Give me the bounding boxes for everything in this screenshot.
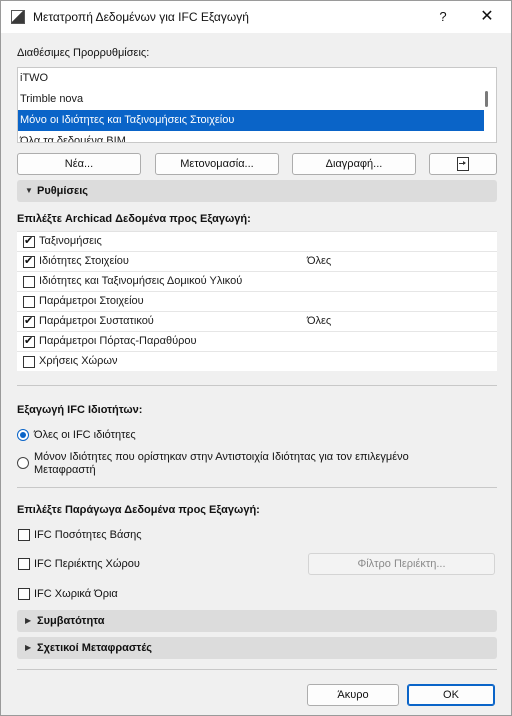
- preset-item-all-bim-data[interactable]: Όλα τα δεδομένα BIM: [18, 131, 484, 142]
- data-row-label: Παράμετροι Στοιχείου: [39, 295, 144, 307]
- settings-section-header[interactable]: ▼ Ρυθμίσεις: [17, 180, 497, 202]
- data-row-value[interactable]: Όλες: [307, 255, 331, 267]
- title-bar[interactable]: Μετατροπή Δεδομένων για IFC Εξαγωγή ? ✕: [1, 1, 511, 33]
- compatibility-section-title: Συμβατότητα: [37, 615, 105, 627]
- checkbox-zone-uses[interactable]: [23, 356, 35, 368]
- export-icon: [457, 157, 469, 171]
- preset-item-trimble-nova[interactable]: Trimble nova: [18, 89, 484, 110]
- expand-triangle-icon: ▶: [25, 616, 32, 625]
- data-row-label: Χρήσεις Χώρων: [39, 355, 118, 367]
- ifc-properties-label: Εξαγωγή IFC Ιδιοτήτων:: [17, 404, 143, 416]
- checkbox-classifications[interactable]: [23, 234, 35, 248]
- checkbox-component-parameters[interactable]: [23, 314, 35, 328]
- checkbox-element-properties[interactable]: [23, 254, 35, 268]
- data-row-label: Ιδιότητες και Ταξινομήσεις Δομικού Υλικο…: [39, 275, 243, 287]
- data-row-classifications[interactable]: Ταξινομήσεις: [17, 232, 497, 252]
- data-row-label: Ταξινομήσεις: [39, 235, 102, 247]
- expand-triangle-icon: ▶: [25, 643, 32, 652]
- help-button[interactable]: ?: [431, 7, 455, 27]
- close-button[interactable]: ✕: [473, 7, 501, 27]
- delete-preset-button[interactable]: Διαγραφή...: [292, 153, 416, 175]
- data-row-door-window-parameters[interactable]: Παράμετροι Πόρτας-Παραθύρου: [17, 332, 497, 352]
- separator: [17, 669, 497, 670]
- compatibility-section-header[interactable]: ▶ Συμβατότητα: [17, 610, 497, 632]
- preset-item-element-properties-classifications[interactable]: Μόνο οι Ιδιότητες και Ταξινομήσεις Στοιχ…: [18, 110, 484, 131]
- checkbox-element-parameters[interactable]: [23, 296, 35, 308]
- checkbox-ifc-space-containment[interactable]: [18, 558, 30, 570]
- data-row-value[interactable]: Όλες: [307, 315, 331, 327]
- ifc-space-containment-label: IFC Περιέκτης Χώρου: [34, 558, 140, 570]
- cancel-button[interactable]: Άκυρο: [307, 684, 399, 706]
- collapse-triangle-icon: ▼: [25, 186, 33, 195]
- data-row-label: Παράμετροι Συστατικού: [39, 315, 154, 327]
- presets-list[interactable]: iTWO Trimble nova Μόνο οι Ιδιότητες και …: [17, 67, 497, 143]
- rename-preset-button[interactable]: Μετονομασία...: [155, 153, 279, 175]
- data-row-element-parameters[interactable]: Παράμετροι Στοιχείου: [17, 292, 497, 312]
- checkbox-ifc-base-quantities[interactable]: [18, 529, 30, 541]
- presets-label: Διαθέσιμες Προρρυθμίσεις:: [17, 47, 150, 59]
- checkbox-door-window-parameters[interactable]: [23, 334, 35, 348]
- archicad-data-checklist[interactable]: Ταξινομήσεις Ιδιότητες Στοιχείου Όλες Ιδ…: [17, 231, 497, 371]
- checkbox-building-material[interactable]: [23, 276, 35, 288]
- data-row-zone-uses[interactable]: Χρήσεις Χώρων: [17, 352, 497, 371]
- radio-all-ifc-properties-label: Όλες οι IFC ιδιότητες: [34, 429, 136, 441]
- ifc-space-boundaries-label: IFC Χωρικά Όρια: [34, 588, 118, 600]
- new-preset-button[interactable]: Νέα...: [17, 153, 141, 175]
- data-row-label: Ιδιότητες Στοιχείου: [39, 255, 129, 267]
- radio-all-ifc-properties[interactable]: [17, 429, 29, 441]
- separator: [17, 385, 497, 386]
- preset-item-itwo[interactable]: iTWO: [18, 68, 484, 89]
- app-icon: [11, 10, 25, 24]
- archicad-data-label: Επιλέξτε Archicad Δεδομένα προς Εξαγωγή:: [17, 213, 251, 225]
- presets-scrollbar-thumb[interactable]: [485, 91, 488, 107]
- ok-button[interactable]: OK: [407, 684, 495, 706]
- settings-section-title: Ρυθμίσεις: [37, 185, 88, 197]
- separator: [17, 487, 497, 488]
- ifc-data-conversion-dialog: Μετατροπή Δεδομένων για IFC Εξαγωγή ? ✕ …: [0, 0, 512, 716]
- data-row-component-parameters[interactable]: Παράμετροι Συστατικού Όλες: [17, 312, 497, 332]
- radio-mapped-properties-only-label: Μόνον Ιδιότητες που ορίστηκαν στην Αντισ…: [34, 451, 409, 476]
- related-translators-section-title: Σχετικοί Μεταφραστές: [37, 642, 153, 654]
- ifc-base-quantities-label: IFC Ποσότητες Βάσης: [34, 529, 142, 541]
- data-row-building-material[interactable]: Ιδιότητες και Ταξινομήσεις Δομικού Υλικο…: [17, 272, 497, 292]
- data-row-label: Παράμετροι Πόρτας-Παραθύρου: [39, 335, 197, 347]
- containment-filter-button[interactable]: Φίλτρο Περιέκτη...: [308, 553, 495, 575]
- derived-data-label: Επιλέξτε Παράγωγα Δεδομένα προς Εξαγωγή:: [17, 504, 260, 516]
- window-title: Μετατροπή Δεδομένων για IFC Εξαγωγή: [33, 10, 249, 24]
- data-row-element-properties[interactable]: Ιδιότητες Στοιχείου Όλες: [17, 252, 497, 272]
- export-preset-button[interactable]: [429, 153, 497, 175]
- radio-mapped-properties-only[interactable]: [17, 457, 29, 469]
- related-translators-section-header[interactable]: ▶ Σχετικοί Μεταφραστές: [17, 637, 497, 659]
- checkbox-ifc-space-boundaries[interactable]: [18, 588, 30, 600]
